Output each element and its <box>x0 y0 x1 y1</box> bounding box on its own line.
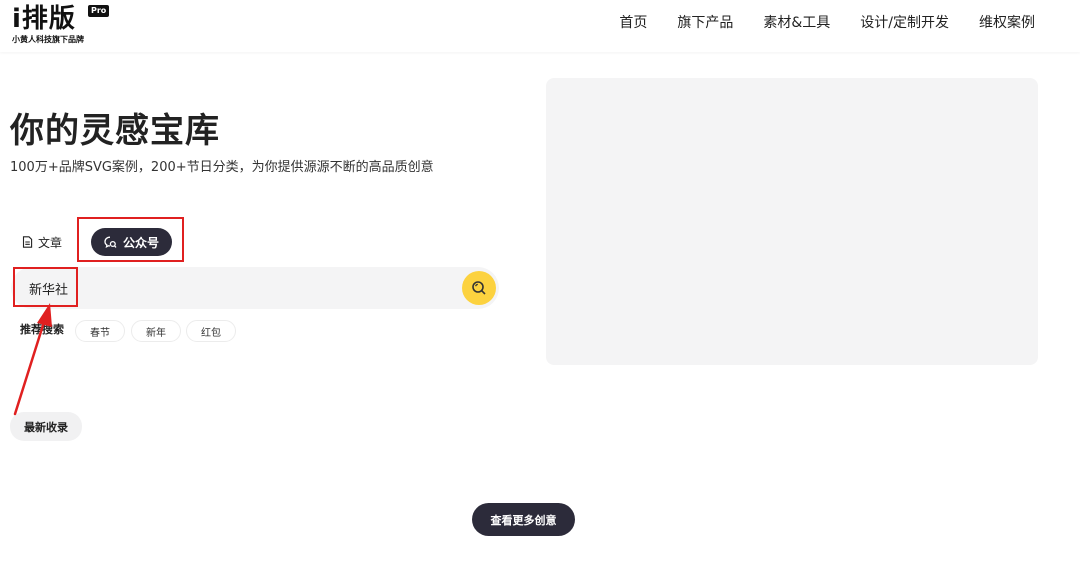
nav-item-products[interactable]: 旗下产品 <box>677 14 733 32</box>
recommended-search-label: 推荐搜索 <box>20 323 64 336</box>
search-bar <box>11 267 499 309</box>
brand-logo[interactable]: i排版 Pro 小黄人科技旗下品牌 <box>12 4 112 46</box>
latest-collection-label[interactable]: 最新收录 <box>10 412 82 441</box>
top-header: i排版 Pro 小黄人科技旗下品牌 首页 旗下产品 素材&工具 设计/定制开发 … <box>0 0 1080 52</box>
search-input[interactable] <box>29 267 449 309</box>
view-more-button[interactable]: 查看更多创意 <box>472 503 575 536</box>
page-subtitle: 100万+品牌SVG案例，200+节日分类，为你提供源源不断的高品质创意 <box>10 160 434 175</box>
recommended-chip-red-envelope[interactable]: 红包 <box>186 320 236 342</box>
search-icon <box>472 281 486 295</box>
brand-subtitle: 小黄人科技旗下品牌 <box>12 35 84 44</box>
search-button[interactable] <box>462 271 496 305</box>
pro-badge: Pro <box>88 5 110 17</box>
nav-item-home[interactable]: 首页 <box>619 14 647 32</box>
nav-item-materials-tools[interactable]: 素材&工具 <box>763 14 830 32</box>
logo-text: i排版 <box>12 4 76 34</box>
nav-item-design-dev[interactable]: 设计/定制开发 <box>860 14 949 32</box>
wechat-search-icon <box>104 236 117 248</box>
document-icon <box>22 236 33 248</box>
tab-wechat-label: 公众号 <box>122 235 159 250</box>
hero-image-placeholder <box>546 78 1038 365</box>
nav-item-rights-cases[interactable]: 维权案例 <box>979 14 1035 32</box>
recommended-chip-new-year[interactable]: 新年 <box>131 320 181 342</box>
tab-article[interactable]: 文章 <box>22 232 62 252</box>
main-nav: 首页 旗下产品 素材&工具 设计/定制开发 维权案例 <box>619 14 1035 32</box>
recommended-chip-spring-festival[interactable]: 春节 <box>75 320 125 342</box>
tab-article-label: 文章 <box>38 235 63 250</box>
page-title: 你的灵感宝库 <box>10 111 220 151</box>
tab-wechat-account[interactable]: 公众号 <box>91 228 172 256</box>
